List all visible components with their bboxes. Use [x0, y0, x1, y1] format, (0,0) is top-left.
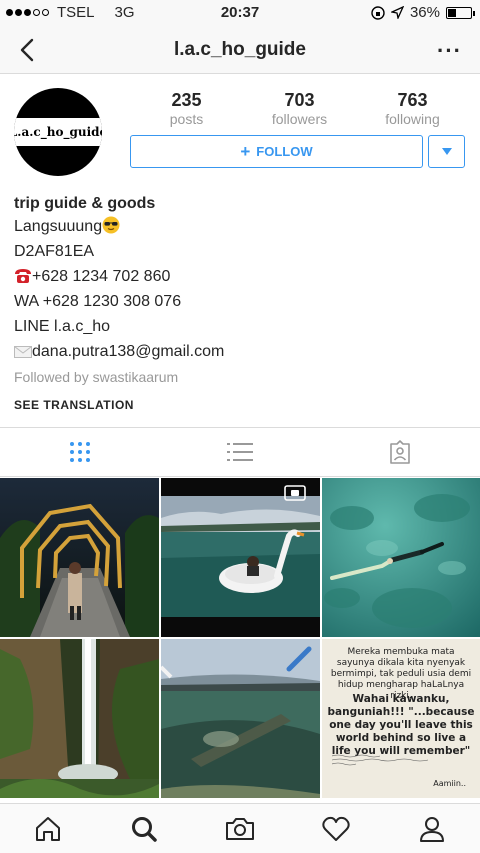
nav-home[interactable]: [0, 804, 96, 853]
avatar-logo-text: L.a.c_ho_guide: [14, 125, 102, 139]
location-icon: [390, 6, 404, 19]
stat-label: followers: [271, 111, 328, 127]
line-id: LINE l.a.c_ho: [14, 318, 111, 335]
profile-stats: 235 posts 703 followers 763 following: [130, 90, 470, 127]
sunglasses-emoji-icon: [102, 216, 120, 234]
swan-float-photo: [161, 478, 320, 637]
phone-number[interactable]: +628 1234 702 860: [32, 268, 170, 285]
waterfall-photo: [0, 639, 159, 798]
underwater-swimmer-photo: [322, 478, 480, 637]
bio-text: Langsuuung: [14, 218, 103, 235]
stat-following[interactable]: 763 following: [356, 90, 469, 127]
follow-label: FOLLOW: [256, 144, 313, 159]
tab-list[interactable]: [160, 428, 320, 476]
tagged-person-icon: [390, 440, 410, 464]
battery-percent: 36%: [409, 4, 440, 21]
post-thumbnail[interactable]: [0, 478, 159, 637]
quote-footnote: [331, 753, 442, 769]
quote-closing: Aamiin..: [433, 779, 466, 788]
stat-label: following: [385, 111, 440, 127]
email-address[interactable]: dana.putra138@gmail.com: [32, 343, 224, 360]
profile-icon: [420, 816, 444, 842]
underwater-wreck-photo: [161, 639, 320, 798]
chevron-down-icon: [441, 148, 452, 155]
nav-search[interactable]: [96, 804, 192, 853]
handwritten-footnote-image: [331, 754, 429, 766]
tab-grid[interactable]: [0, 428, 160, 476]
post-thumbnail[interactable]: [0, 639, 159, 798]
battery-icon: [446, 6, 475, 19]
search-icon: [132, 816, 157, 842]
avatar[interactable]: L.a.c_ho_guide: [14, 88, 102, 176]
bio-phone-line: +628 1234 702 860: [14, 264, 464, 289]
follow-button[interactable]: + FOLLOW: [130, 135, 423, 168]
stat-posts[interactable]: 235 posts: [130, 90, 243, 127]
grid-icon: [70, 442, 90, 462]
suggested-accounts-button[interactable]: [428, 135, 465, 168]
home-icon: [36, 816, 60, 841]
bio-line: Langsuuung: [14, 214, 464, 239]
nav-activity[interactable]: [288, 804, 384, 853]
post-thumbnail[interactable]: [161, 478, 320, 637]
post-thumbnail[interactable]: [161, 639, 320, 798]
camera-icon: [226, 817, 254, 840]
nav-profile[interactable]: [384, 804, 480, 853]
list-icon: [227, 443, 253, 461]
nav-camera[interactable]: [192, 804, 288, 853]
followed-by[interactable]: Followed by swastikaarum: [14, 366, 464, 388]
stat-followers[interactable]: 703 followers: [243, 90, 356, 127]
envelope-icon: [14, 346, 32, 358]
view-tabs: [0, 427, 480, 477]
stat-value: 235: [171, 90, 202, 110]
bio-pin: D2AF81EA: [14, 243, 95, 260]
ellipsis-icon[interactable]: ···: [437, 38, 462, 64]
quote-main: Wahai kawanku, banguniah!!! "...because …: [327, 693, 475, 757]
post-thumbnail[interactable]: [322, 478, 480, 637]
stat-value: 703: [284, 90, 315, 110]
post-thumbnail-quote[interactable]: Mereka membuka mata sayunya dikala kita …: [322, 639, 480, 798]
see-translation-button[interactable]: SEE TRANSLATION: [14, 398, 464, 412]
profile-bio: trip guide & goods Langsuuung D2AF81EA +…: [14, 194, 464, 412]
whatsapp-line: WA +628 1230 308 076: [14, 293, 182, 310]
plus-icon: +: [240, 141, 251, 161]
arch-walkway-photo: [0, 478, 159, 637]
profile-username: l.a.c_ho_guide: [174, 39, 306, 60]
heart-icon: [322, 816, 350, 841]
tab-tagged[interactable]: [320, 428, 480, 476]
stat-value: 763: [397, 90, 428, 110]
top-nav: l.a.c_ho_guide ···: [0, 26, 480, 74]
email-line: dana.putra138@gmail.com: [14, 339, 464, 364]
full-name: trip guide & goods: [14, 195, 156, 212]
stat-label: posts: [169, 111, 204, 127]
telephone-icon: [15, 269, 31, 283]
rotation-lock-icon: [371, 5, 385, 20]
bottom-nav: [0, 803, 480, 853]
status-bar: TSEL 3G 20:37 36%: [0, 0, 480, 26]
